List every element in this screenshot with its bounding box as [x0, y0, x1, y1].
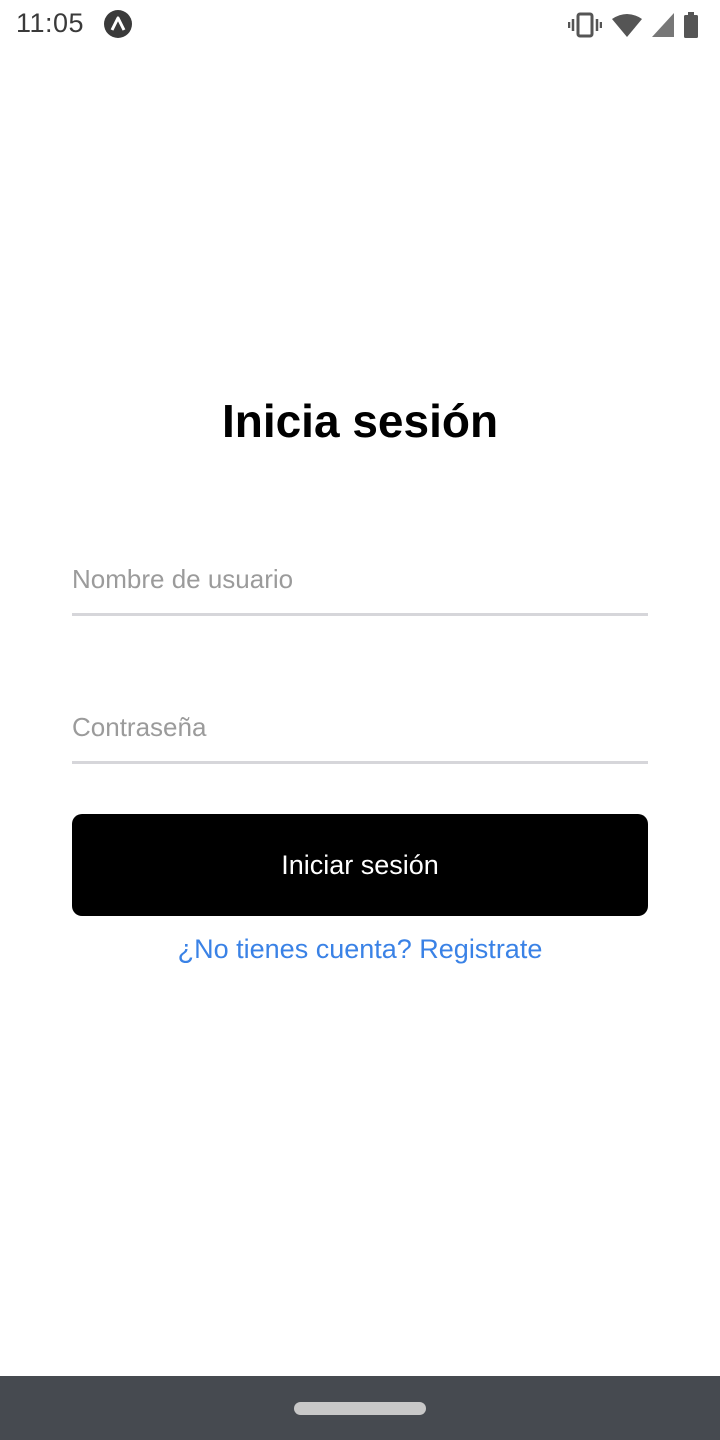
status-time: 11:05	[16, 8, 85, 38]
page-title: Inicia sesión	[221, 395, 499, 447]
login-button[interactable]: Iniciar sesión	[72, 814, 648, 916]
home-gesture-handle[interactable]	[294, 1402, 426, 1415]
cell-signal-icon	[652, 13, 674, 37]
expo-app-icon	[103, 9, 133, 39]
register-link[interactable]: ¿No tienes cuenta? Registrate	[0, 934, 720, 965]
login-screen: 11:05 Inicia sesión Nombre de usuario In…	[0, 0, 720, 1440]
navigation-bar	[0, 1376, 720, 1440]
wifi-icon	[612, 13, 642, 37]
battery-icon	[684, 12, 698, 38]
vibrate-icon	[568, 12, 602, 38]
username-input[interactable]	[72, 546, 648, 616]
status-icons	[568, 10, 698, 40]
status-bar: 11:05	[0, 0, 720, 50]
password-input[interactable]	[72, 694, 648, 764]
